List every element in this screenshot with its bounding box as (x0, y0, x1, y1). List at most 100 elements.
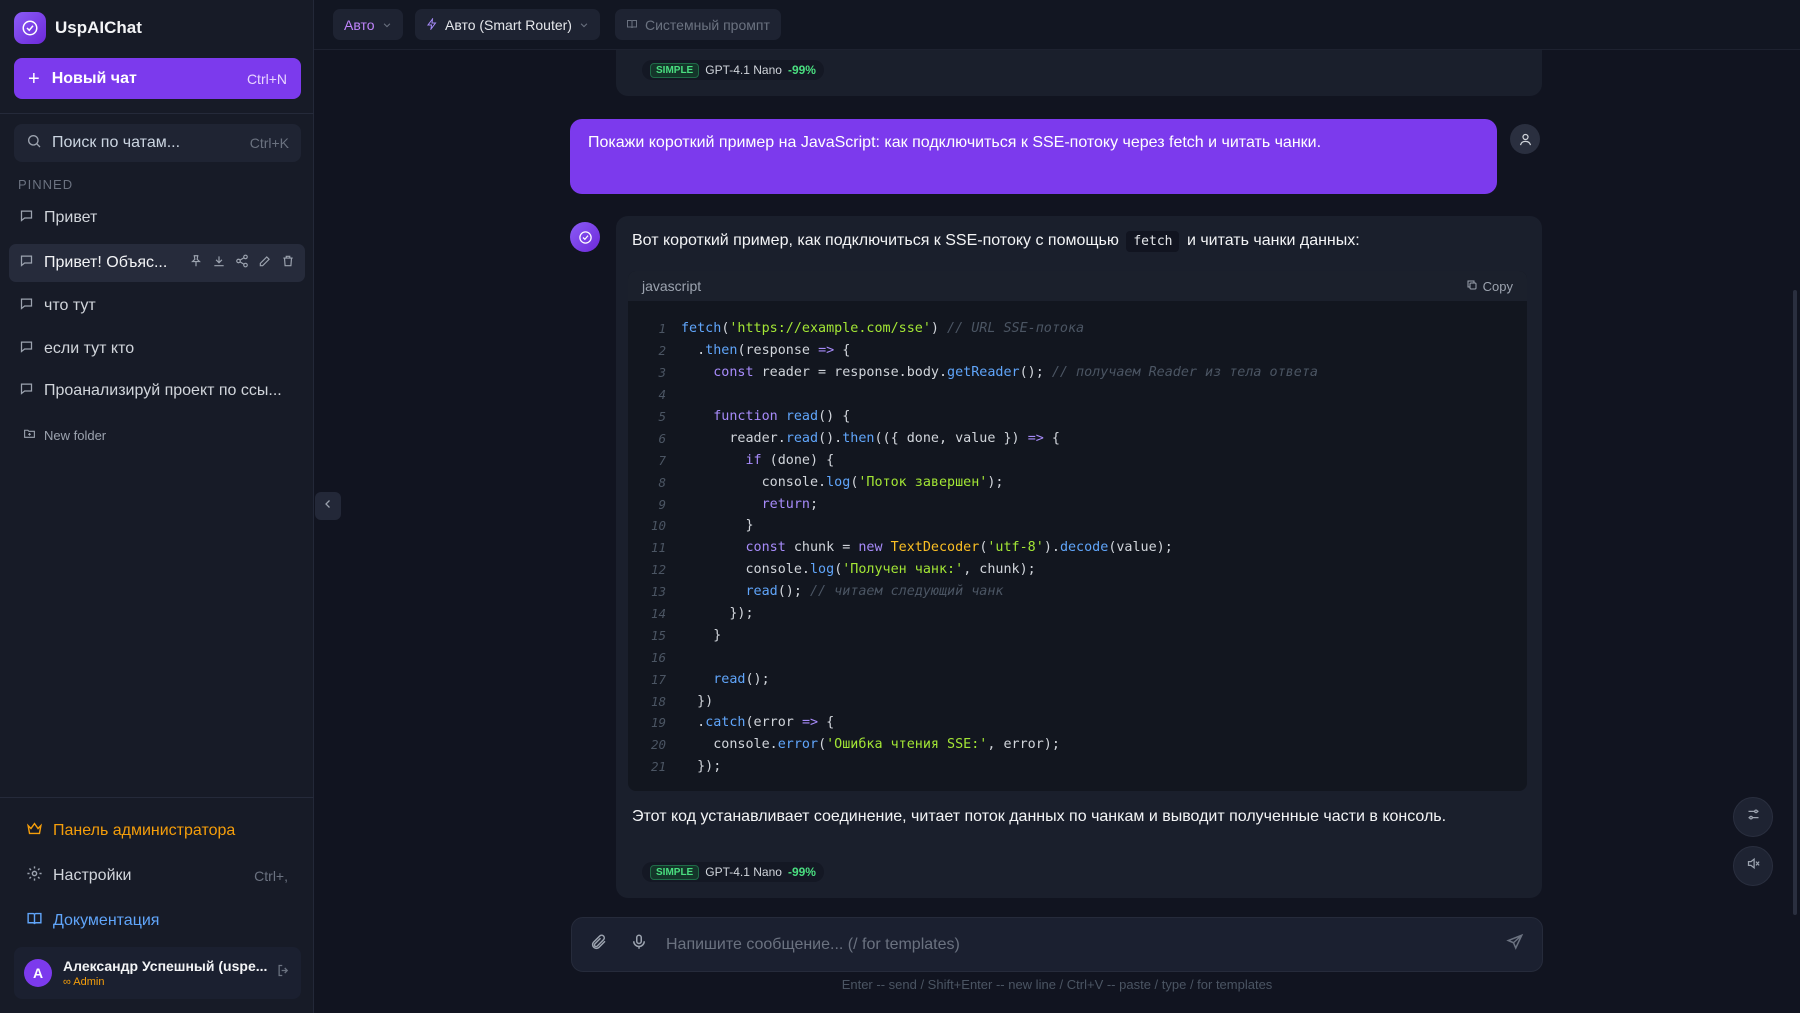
model-name: GPT-4.1 Nano (705, 865, 782, 879)
docs-link[interactable]: Документация (26, 910, 288, 932)
code-token: (error (745, 715, 802, 731)
code-token: 'utf-8' (987, 540, 1044, 556)
system-prompt-button[interactable]: Системный промпт (615, 9, 781, 40)
new-chat-shortcut: Ctrl+N (246, 70, 287, 87)
code-token: (value); (1108, 540, 1173, 556)
code-line: 13 read (); // читаем следующий чанк (628, 581, 1527, 603)
crown-icon (26, 820, 43, 842)
admin-panel-label: Панель администратора (53, 822, 236, 839)
code-token: ) (930, 321, 948, 337)
code-token: (). (818, 430, 843, 446)
line-number: 3 (658, 365, 666, 381)
pinned-section-label: PINNED (18, 177, 74, 192)
edit-icon[interactable] (258, 254, 272, 273)
chat-icon (19, 208, 34, 228)
download-icon[interactable] (212, 254, 226, 273)
code-line: 9 return; (628, 493, 1527, 515)
pin-icon[interactable] (189, 254, 203, 273)
code-token: chunk = (785, 540, 859, 556)
sidebar-chat-item[interactable]: что тут (9, 287, 305, 325)
line-number: 6 (658, 430, 666, 446)
composer-hint: Enter -- send / Shift+Enter -- new line … (841, 977, 1273, 992)
code-token: , error); (987, 737, 1060, 753)
sidebar-chat-item[interactable]: Привет (9, 199, 305, 237)
search-chats-input[interactable]: Поиск по чатам... Ctrl+K (14, 124, 301, 162)
line-number: 5 (658, 409, 666, 424)
collapse-sidebar-button[interactable] (315, 492, 341, 520)
assistant-avatar-icon (570, 222, 600, 252)
code-token: // URL SSE-потока (947, 321, 1085, 337)
bolt-icon (426, 16, 438, 33)
code-token: { (1043, 430, 1060, 446)
logo-icon (14, 12, 46, 44)
savings-value: -99% (787, 865, 816, 879)
paperclip-icon[interactable] (590, 933, 608, 956)
book-icon (26, 910, 43, 932)
line-number: 15 (650, 627, 666, 643)
new-folder-button[interactable]: New folder (23, 427, 106, 443)
settings-label: Настройки (53, 867, 132, 884)
code-token: ( (834, 562, 843, 578)
code-token: 'https://example.com/sse' (729, 321, 931, 337)
code-line: 12 console. log('Получен чанк:', chunk); (628, 559, 1527, 581)
admin-panel-link[interactable]: Панель администратора (26, 820, 288, 842)
router-select[interactable]: Авто (Smart Router) (415, 9, 600, 40)
trash-icon[interactable] (281, 254, 295, 273)
code-token: read (785, 430, 819, 446)
code-header: javascript Copy (628, 271, 1527, 301)
code-token: } (681, 518, 754, 534)
copy-code-button[interactable]: Copy (1466, 279, 1513, 294)
code-token: log (826, 474, 851, 490)
code-token: fetch (681, 321, 722, 337)
code-token: ( (979, 540, 988, 556)
sidebar-chat-item-active[interactable]: Привет! Объяс... (9, 244, 305, 282)
settings-float-button[interactable] (1733, 797, 1773, 837)
share-icon[interactable] (235, 254, 249, 273)
settings-shortcut: Ctrl+, (254, 868, 288, 884)
brand[interactable]: UspAIChat (14, 12, 142, 44)
code-token: }); (681, 759, 722, 775)
chat-actions (189, 254, 295, 273)
code-token: () { (818, 409, 851, 424)
line-number: 1 (658, 321, 666, 337)
code-token: => (801, 715, 819, 731)
sidebar-chat-item[interactable]: Проанализируй проект по ссы... (9, 372, 305, 410)
user-role: ∞ Admin (63, 976, 105, 988)
send-icon[interactable] (1506, 933, 1524, 956)
code-line: 15 } (628, 624, 1527, 646)
code-token: then (705, 343, 738, 359)
logout-icon[interactable] (276, 963, 291, 983)
code-token: const (713, 365, 754, 381)
new-chat-button[interactable]: + Новый чат Ctrl+N (14, 58, 301, 99)
user-card[interactable]: A Александр Успешный (uspe... ∞ Admin (14, 947, 301, 999)
message-composer[interactable]: Напишите сообщение... (/ for templates) (571, 917, 1543, 972)
mode-label: Авто (344, 16, 375, 33)
sidebar-chat-item[interactable]: если тут кто (9, 330, 305, 368)
mic-icon[interactable] (630, 933, 648, 956)
code-token: return (761, 496, 810, 512)
line-number: 11 (650, 540, 666, 556)
mode-select[interactable]: Авто (333, 9, 403, 40)
code-token: }); (681, 606, 754, 622)
scrollbar[interactable] (1793, 290, 1797, 915)
code-token: reader. (681, 430, 786, 446)
code-token: new (858, 540, 883, 556)
code-token: read (745, 584, 778, 600)
search-placeholder: Поиск по чатам... (52, 134, 181, 151)
code-token: . (681, 343, 706, 359)
message-input[interactable]: Напишите сообщение... (/ for templates) (666, 936, 1506, 954)
code-token: (); (745, 671, 770, 687)
line-number: 16 (650, 649, 666, 665)
code-line: 17 read (); (628, 668, 1527, 690)
settings-link[interactable]: Настройки Ctrl+, (26, 865, 288, 887)
line-number: 17 (650, 671, 666, 687)
code-token: decode (1059, 540, 1109, 556)
mute-float-button[interactable] (1733, 846, 1773, 886)
sidebar-divider (0, 113, 314, 114)
new-folder-label: New folder (44, 427, 107, 443)
